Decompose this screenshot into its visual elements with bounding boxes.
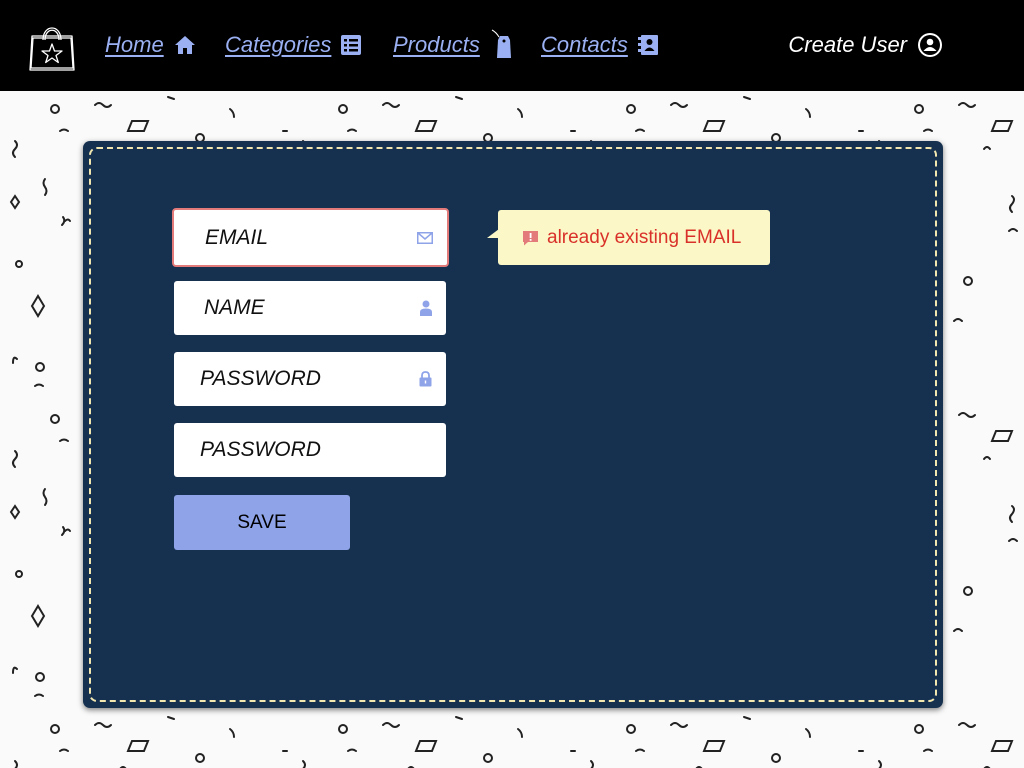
nav-categories-link[interactable]: Categories (225, 28, 362, 62)
nav-contacts-link[interactable]: Contacts (541, 28, 660, 62)
create-user-link[interactable]: Create User (788, 28, 943, 62)
password-field[interactable] (174, 352, 446, 406)
tag-icon (490, 28, 514, 62)
list-icon (341, 35, 362, 55)
error-tooltip: already existing EMAIL (487, 210, 770, 265)
error-message: already existing EMAIL (547, 226, 742, 248)
password-input[interactable] (200, 367, 400, 391)
user-icon (420, 300, 432, 316)
lock-icon (419, 371, 432, 387)
nav-categories-label: Categories (225, 32, 332, 57)
password-confirm-input[interactable] (200, 438, 400, 462)
create-user-panel: already existing EMAIL SAVE (83, 141, 943, 708)
nav-contacts-label: Contacts (541, 32, 628, 57)
user-circle-icon (917, 32, 943, 58)
navbar: Home Categories Products Contacts Create… (0, 0, 1024, 91)
alert-message-icon (522, 230, 539, 246)
nav-products-link[interactable]: Products (393, 28, 514, 62)
home-icon (174, 35, 196, 55)
save-button[interactable]: SAVE (174, 495, 350, 550)
name-field[interactable] (174, 281, 446, 335)
email-field[interactable] (172, 208, 449, 267)
email-input[interactable] (205, 225, 405, 250)
name-input[interactable] (204, 296, 404, 320)
password-confirm-field[interactable] (174, 423, 446, 477)
nav-home-link[interactable]: Home (105, 28, 196, 62)
create-user-label: Create User (788, 32, 907, 57)
nav-products-label: Products (393, 32, 480, 57)
nav-home-label: Home (105, 32, 164, 57)
envelope-icon (417, 231, 433, 244)
shopping-bag-star-icon[interactable] (26, 18, 78, 74)
address-book-icon (637, 34, 660, 56)
